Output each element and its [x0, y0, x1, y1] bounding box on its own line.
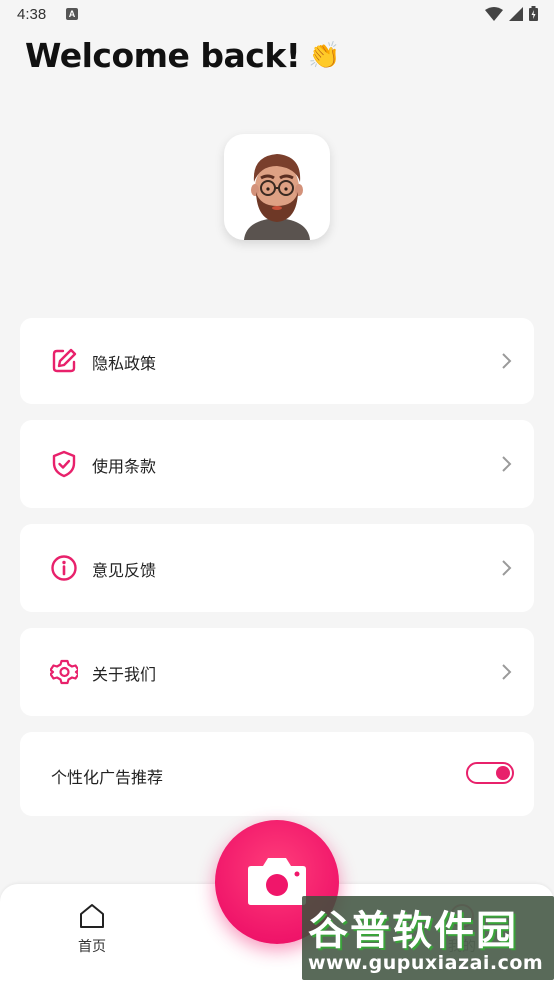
menu-item-terms-of-use[interactable]: 使用条款: [20, 420, 534, 508]
toggle-knob: [496, 766, 510, 780]
menu-item-label: 关于我们: [92, 665, 157, 684]
info-icon: [51, 555, 77, 581]
menu-item-feedback[interactable]: 意见反馈: [20, 524, 534, 612]
nav-home-label: 首页: [78, 939, 106, 955]
camera-icon: [248, 858, 306, 905]
personalized-ads-label: 个性化广告推荐: [51, 768, 164, 787]
personalized-ads-toggle[interactable]: [466, 762, 514, 784]
notification-a-icon: A: [66, 8, 78, 20]
chevron-right-icon: [502, 664, 512, 680]
menu-item-about-us[interactable]: 关于我们: [20, 628, 534, 716]
shield-check-icon: [52, 450, 76, 478]
menu-item-label: 意见反馈: [92, 561, 157, 580]
nav-home[interactable]: 首页: [74, 902, 110, 956]
avatar-illustration: [244, 154, 310, 240]
watermark-brand: 谷普软件园: [308, 908, 518, 954]
menu-item-label: 隐私政策: [92, 354, 157, 373]
signal-icon: [509, 6, 523, 21]
watermark-url: www.gupuxiazai.com: [308, 952, 544, 974]
watermark: 谷普软件园 www.gupuxiazai.com: [302, 896, 554, 980]
edit-icon: [52, 348, 77, 373]
wifi-icon: [485, 6, 503, 21]
home-icon: [80, 904, 104, 928]
status-icons: [485, 6, 538, 21]
status-time: 4:38: [17, 6, 47, 23]
chevron-right-icon: [502, 560, 512, 576]
status-bar: 4:38 A: [0, 0, 554, 30]
chevron-right-icon: [502, 456, 512, 472]
personalized-ads-setting: 个性化广告推荐: [20, 732, 534, 816]
welcome-text: Welcome back!: [25, 36, 301, 75]
page-title: Welcome back! 👏: [25, 36, 341, 75]
menu-item-privacy-policy[interactable]: 隐私政策: [20, 318, 534, 404]
avatar[interactable]: [224, 134, 330, 240]
chevron-right-icon: [502, 353, 512, 369]
settings-gear-icon: [50, 659, 78, 685]
clapping-hands-icon: 👏: [308, 41, 341, 71]
battery-icon: [529, 6, 538, 21]
menu-item-label: 使用条款: [92, 457, 157, 476]
